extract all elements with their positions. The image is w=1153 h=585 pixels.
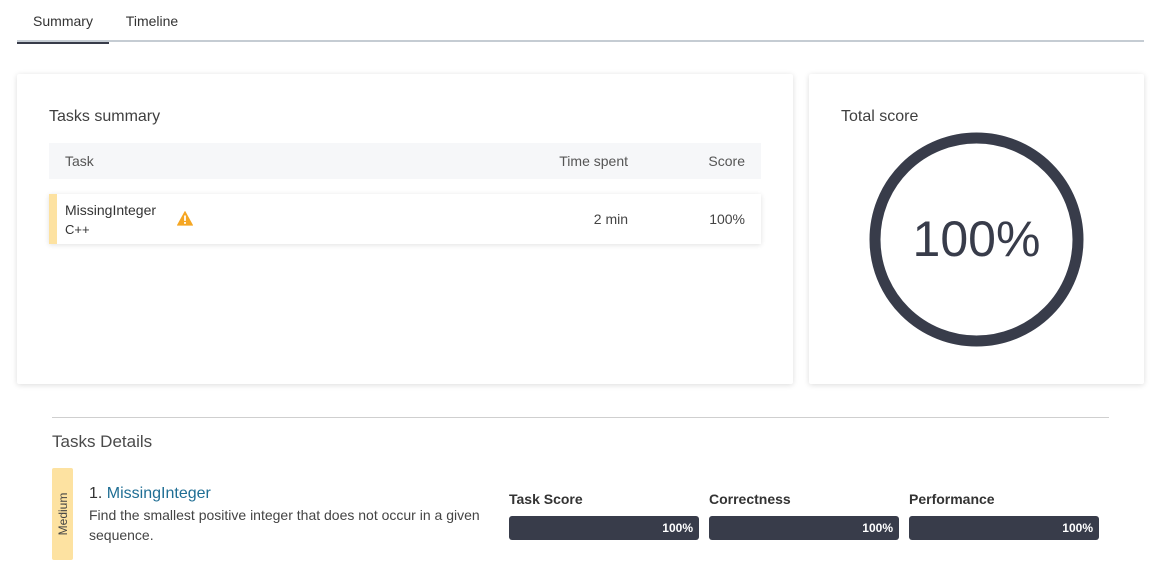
tab-timeline[interactable]: Timeline xyxy=(109,0,195,42)
metric-value: 100% xyxy=(662,521,693,535)
task-language: C++ xyxy=(65,222,90,237)
tasks-summary-card: Tasks summary Task Time spent Score Miss… xyxy=(17,74,793,384)
metric-label: Correctness xyxy=(709,491,791,507)
column-header-task: Task xyxy=(65,153,94,169)
total-score-value: 100% xyxy=(912,211,1041,267)
column-header-score: Score xyxy=(708,153,745,169)
task-time-spent: 2 min xyxy=(593,211,628,227)
total-score-card: Total score 100% xyxy=(809,74,1144,384)
total-score-title: Total score xyxy=(841,108,919,125)
task-score: 100% xyxy=(709,211,745,227)
difficulty-badge: Medium xyxy=(52,468,73,560)
task-number: 1. xyxy=(89,485,103,502)
warning-icon xyxy=(177,211,193,226)
metric-performance: Performance 100% xyxy=(909,491,1099,540)
task-heading: 1. MissingInteger xyxy=(89,485,211,503)
metric-bar: 100% xyxy=(509,516,699,540)
section-divider xyxy=(52,417,1109,418)
metric-label: Task Score xyxy=(509,491,583,507)
metric-correctness: Correctness 100% xyxy=(709,491,899,540)
column-header-time-spent: Time spent xyxy=(559,153,628,169)
metric-bar: 100% xyxy=(909,516,1099,540)
metric-value: 100% xyxy=(1062,521,1093,535)
task-name: MissingInteger xyxy=(65,202,157,218)
tasks-summary-title: Tasks summary xyxy=(49,108,161,125)
metric-label: Performance xyxy=(909,491,995,507)
tab-bar: Summary Timeline xyxy=(17,0,1144,44)
tasks-details-title: Tasks Details xyxy=(52,432,153,451)
table-row[interactable]: MissingInteger C++ 2 min 100% xyxy=(49,194,761,244)
difficulty-label: Medium xyxy=(55,492,70,536)
tab-summary[interactable]: Summary xyxy=(17,0,109,44)
metric-value: 100% xyxy=(862,521,893,535)
tasks-table-header: Task Time spent Score xyxy=(49,143,761,179)
metric-task-score: Task Score 100% xyxy=(509,491,699,540)
task-description: Find the smallest positive integer that … xyxy=(89,507,480,543)
task-name-link[interactable]: MissingInteger xyxy=(107,485,211,502)
metric-bar: 100% xyxy=(709,516,899,540)
